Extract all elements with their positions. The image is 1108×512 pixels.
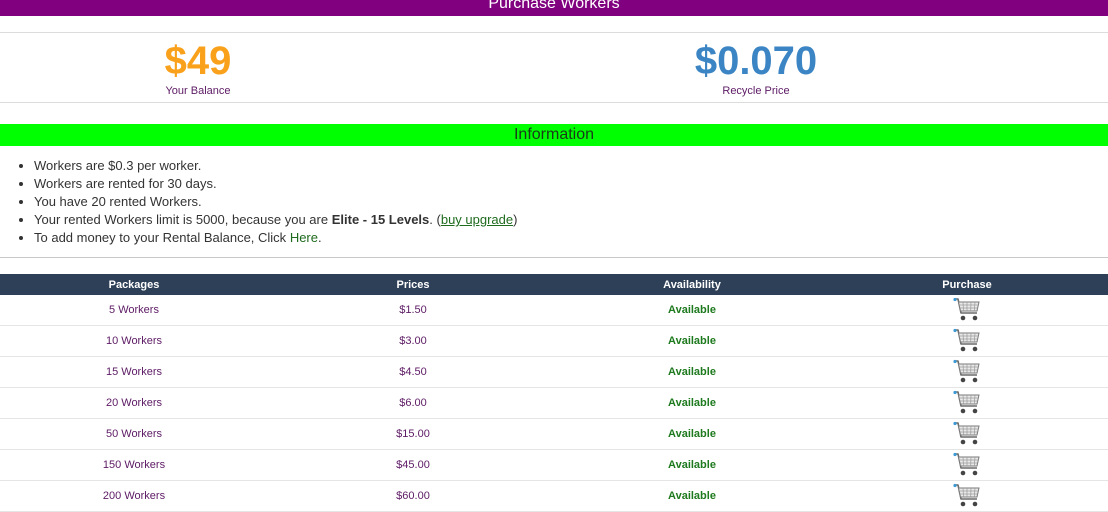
shopping-cart-icon[interactable] <box>952 297 982 323</box>
info-item-add-money: To add money to your Rental Balance, Cli… <box>34 229 517 247</box>
balance-stat: $49 Your Balance <box>118 38 278 98</box>
table-row: 200 Workers $60.00 Available <box>0 480 1108 512</box>
recycle-price-stat: $0.070 Recycle Price <box>656 38 856 98</box>
package-cell: 5 Workers <box>0 295 268 326</box>
buy-upgrade-link[interactable]: buy upgrade <box>441 212 513 227</box>
price-cell: $3.00 <box>268 325 558 357</box>
shopping-cart-icon[interactable] <box>952 359 982 385</box>
price-cell: $60.00 <box>268 480 558 512</box>
column-header-prices: Prices <box>268 274 558 295</box>
limit-mid: . ( <box>429 212 441 227</box>
package-cell: 15 Workers <box>0 356 268 388</box>
column-header-purchase: Purchase <box>826 274 1108 295</box>
info-item-price: Workers are $0.3 per worker. <box>34 157 517 175</box>
package-cell: 200 Workers <box>0 480 268 512</box>
shopping-cart-icon[interactable] <box>952 390 982 416</box>
package-cell: 10 Workers <box>0 325 268 357</box>
purchase-cell <box>826 356 1108 388</box>
availability-cell: Available <box>558 480 826 512</box>
purchase-cell <box>826 387 1108 419</box>
recycle-price-label: Recycle Price <box>722 85 790 97</box>
divider <box>0 32 1108 33</box>
page-title: Purchase Workers <box>488 0 620 12</box>
divider <box>0 102 1108 103</box>
info-item-limit: Your rented Workers limit is 5000, becau… <box>34 211 517 229</box>
table-row: 20 Workers $6.00 Available <box>0 387 1108 419</box>
availability-cell: Available <box>558 325 826 357</box>
limit-text: Your rented Workers limit is 5000, becau… <box>34 212 332 227</box>
table-row: 15 Workers $4.50 Available <box>0 356 1108 388</box>
balance-label: Your Balance <box>165 85 231 97</box>
table-header-row: Packages Prices Availability Purchase <box>0 274 1108 295</box>
table-row: 50 Workers $15.00 Available <box>0 418 1108 450</box>
availability-cell: Available <box>558 295 826 326</box>
price-cell: $1.50 <box>268 295 558 326</box>
price-cell: $15.00 <box>268 418 558 450</box>
column-header-availability: Availability <box>558 274 826 295</box>
price-cell: $4.50 <box>268 356 558 388</box>
purchase-cell <box>826 418 1108 450</box>
purchase-cell <box>826 449 1108 481</box>
table-row: 5 Workers $1.50 Available <box>0 295 1108 326</box>
price-cell: $6.00 <box>268 387 558 419</box>
membership-level: Elite - 15 Levels <box>331 212 430 227</box>
packages-table: Packages Prices Availability Purchase 5 … <box>0 274 1108 512</box>
column-header-packages: Packages <box>0 274 268 295</box>
information-header: Information <box>0 124 1108 146</box>
divider <box>0 257 1108 258</box>
page-title-bar: Purchase Workers <box>0 0 1108 16</box>
availability-cell: Available <box>558 356 826 388</box>
shopping-cart-icon[interactable] <box>952 421 982 447</box>
balance-value: $49 <box>164 39 232 83</box>
package-cell: 150 Workers <box>0 449 268 481</box>
recycle-price-value: $0.070 <box>694 39 818 83</box>
table-row: 10 Workers $3.00 Available <box>0 325 1108 357</box>
table-row: 150 Workers $45.00 Available <box>0 449 1108 481</box>
purchase-cell <box>826 295 1108 326</box>
shopping-cart-icon[interactable] <box>952 328 982 354</box>
shopping-cart-icon[interactable] <box>952 452 982 478</box>
limit-suffix: ) <box>513 212 518 227</box>
availability-cell: Available <box>558 387 826 419</box>
info-item-duration: Workers are rented for 30 days. <box>34 175 517 193</box>
purchase-cell <box>826 480 1108 512</box>
add-money-text: To add money to your Rental Balance, Cli… <box>34 230 290 245</box>
add-money-suffix: . <box>318 230 322 245</box>
add-money-link[interactable]: Here <box>290 230 318 245</box>
availability-cell: Available <box>558 449 826 481</box>
shopping-cart-icon[interactable] <box>952 483 982 509</box>
package-cell: 50 Workers <box>0 418 268 450</box>
availability-cell: Available <box>558 418 826 450</box>
purchase-cell <box>826 325 1108 357</box>
package-cell: 20 Workers <box>0 387 268 419</box>
information-list: Workers are $0.3 per worker. Workers are… <box>0 157 517 247</box>
price-cell: $45.00 <box>268 449 558 481</box>
info-item-rented-count: You have 20 rented Workers. <box>34 193 517 211</box>
